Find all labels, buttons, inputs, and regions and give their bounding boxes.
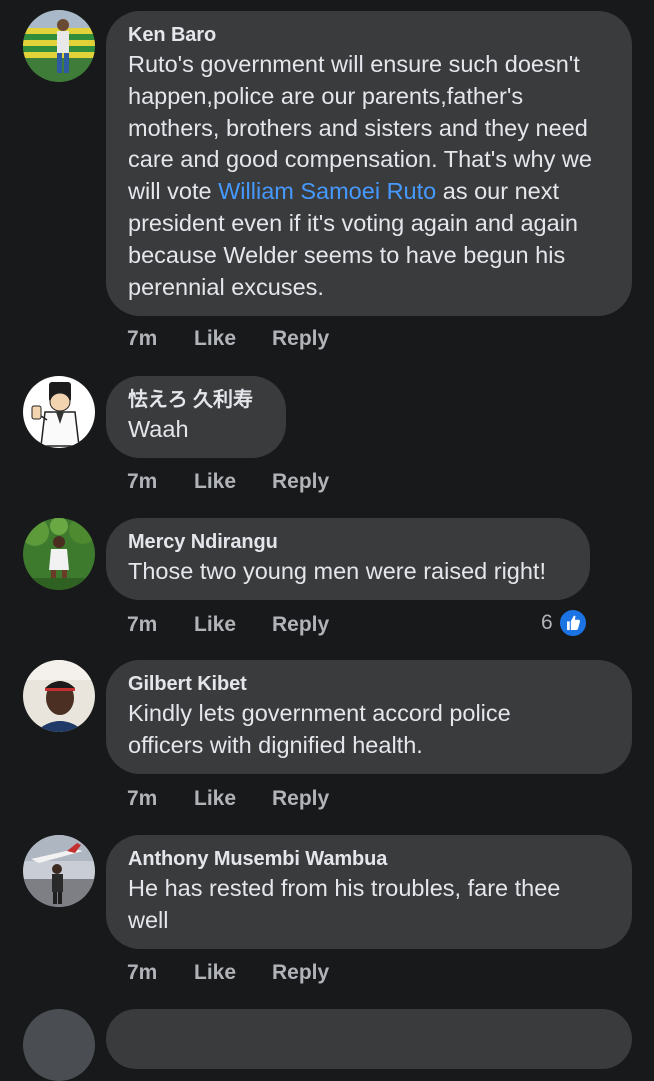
comment-bubble: Anthony Musembi Wambua He has rested fro… bbox=[106, 835, 632, 949]
comment-text: Waah bbox=[128, 416, 189, 442]
avatar-photo bbox=[23, 518, 95, 590]
like-button[interactable]: Like bbox=[194, 959, 236, 987]
like-button[interactable]: Like bbox=[194, 325, 236, 353]
avatar-photo bbox=[23, 660, 95, 732]
like-button[interactable]: Like bbox=[194, 468, 236, 496]
comment-bubble: Ken Baro Ruto's government will ensure s… bbox=[106, 11, 632, 316]
reply-button[interactable]: Reply bbox=[272, 468, 329, 496]
avatar[interactable] bbox=[23, 518, 95, 590]
comment-bubble: Gilbert Kibet Kindly lets government acc… bbox=[106, 660, 632, 774]
comment-text: Kindly lets government accord police off… bbox=[128, 700, 511, 758]
reply-button[interactable]: Reply bbox=[272, 959, 329, 987]
avatar[interactable] bbox=[23, 660, 95, 732]
comment-author[interactable]: 怯えろ 久利寿 bbox=[128, 388, 264, 412]
comment-text: He has rested from his troubles, fare th… bbox=[128, 875, 561, 933]
comment-text: Ruto's government will ensure such doesn… bbox=[128, 49, 610, 303]
comment-author[interactable]: Gilbert Kibet bbox=[128, 672, 610, 696]
reply-button[interactable]: Reply bbox=[272, 785, 329, 813]
comment-bubble: 怯えろ 久利寿 Waah bbox=[106, 376, 286, 458]
reaction-summary[interactable]: 6 bbox=[541, 607, 590, 639]
mention-link[interactable]: William Samoei Ruto bbox=[218, 178, 436, 204]
comment-author[interactable]: Anthony Musembi Wambua bbox=[128, 847, 610, 871]
avatar[interactable] bbox=[23, 376, 95, 448]
comment-timestamp[interactable]: 7m bbox=[127, 959, 157, 987]
avatar[interactable] bbox=[23, 835, 95, 907]
like-button[interactable]: Like bbox=[194, 611, 236, 639]
reaction-count: 6 bbox=[541, 611, 553, 634]
next-comment-bubble-partial bbox=[106, 1009, 632, 1069]
reply-button[interactable]: Reply bbox=[272, 611, 329, 639]
next-comment-avatar-partial bbox=[23, 1009, 95, 1081]
comment-text: Those two young men were raised right! bbox=[128, 558, 546, 584]
comment-author[interactable]: Ken Baro bbox=[128, 23, 610, 47]
avatar-photo bbox=[23, 835, 95, 907]
avatar-photo bbox=[23, 10, 95, 82]
comment-timestamp[interactable]: 7m bbox=[127, 325, 157, 353]
like-thumb-icon bbox=[558, 608, 588, 638]
comment-author[interactable]: Mercy Ndirangu bbox=[128, 530, 568, 554]
comment-timestamp[interactable]: 7m bbox=[127, 468, 157, 496]
like-button[interactable]: Like bbox=[194, 785, 236, 813]
comment-timestamp[interactable]: 7m bbox=[127, 611, 157, 639]
reply-button[interactable]: Reply bbox=[272, 325, 329, 353]
comment-bubble: Mercy Ndirangu Those two young men were … bbox=[106, 518, 590, 600]
comment-timestamp[interactable]: 7m bbox=[127, 785, 157, 813]
avatar[interactable] bbox=[23, 10, 95, 82]
avatar-photo bbox=[23, 376, 95, 448]
